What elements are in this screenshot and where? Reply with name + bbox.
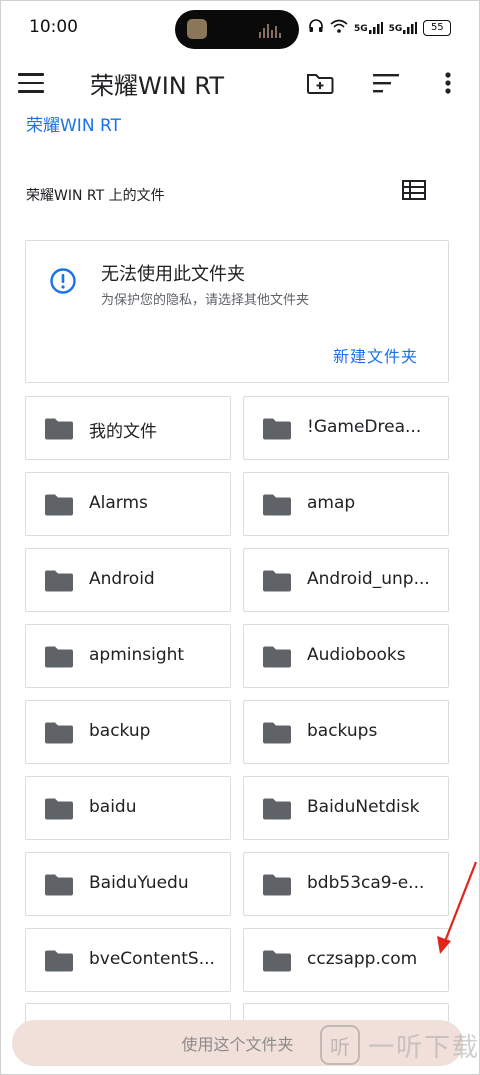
folder-item[interactable]: amap <box>243 472 449 536</box>
media-thumbnail <box>187 19 207 39</box>
new-folder-button[interactable]: 新建文件夹 <box>333 343 418 367</box>
folder-item[interactable]: Alarms <box>25 472 231 536</box>
warning-subtitle: 为保护您的隐私，请选择其他文件夹 <box>101 293 310 308</box>
app-bar-title: 荣耀WIN RT <box>90 72 224 100</box>
app-bar: 荣耀WIN RT <box>0 56 480 110</box>
status-icons: 5G 5G 55 <box>308 18 452 37</box>
folder-item[interactable]: backups <box>243 700 449 764</box>
folder-name: apminsight <box>89 645 185 665</box>
folder-item[interactable]: Android <box>25 548 231 612</box>
warning-card: 无法使用此文件夹 为保护您的隐私，请选择其他文件夹 新建文件夹 <box>25 240 449 383</box>
folder-item[interactable]: cczsapp.com <box>243 928 449 992</box>
audio-wave-icon <box>259 24 281 38</box>
watermark: 听 一听下载 <box>320 1025 480 1065</box>
wifi-icon <box>330 19 348 36</box>
folder-name: bdb53ca9-e... <box>307 873 425 893</box>
headphones-icon <box>308 18 324 37</box>
folder-item[interactable]: apminsight <box>25 624 231 688</box>
folder-name: Android <box>89 569 155 589</box>
menu-icon[interactable] <box>18 73 44 93</box>
folder-name: cczsapp.com <box>307 949 418 969</box>
watermark-text: 一听下载 <box>368 1032 480 1063</box>
folder-name: BaiduYuedu <box>89 873 189 893</box>
dynamic-island <box>175 10 299 49</box>
folder-item[interactable]: Audiobooks <box>243 624 449 688</box>
folder-name: Alarms <box>89 493 148 513</box>
create-new-folder-icon[interactable] <box>302 65 338 101</box>
folder-name: bveContentS... <box>89 949 215 969</box>
folder-item[interactable]: 我的文件 <box>25 396 231 460</box>
folder-name: !GameDrea... <box>307 417 422 437</box>
breadcrumb[interactable]: 荣耀WIN RT <box>26 111 121 136</box>
folder-name: baidu <box>89 797 137 817</box>
folder-item[interactable]: BaiduYuedu <box>25 852 231 916</box>
info-icon <box>50 268 76 294</box>
warning-title: 无法使用此文件夹 <box>101 264 245 285</box>
folder-name: BaiduNetdisk <box>307 797 420 817</box>
folder-item[interactable]: Android_unp... <box>243 548 449 612</box>
folder-name: Audiobooks <box>307 645 406 665</box>
status-bar: 10:00 5G 5G 55 <box>0 0 480 56</box>
files-heading: 荣耀WIN RT 上的文件 <box>26 188 165 204</box>
more-vert-icon[interactable] <box>430 65 466 101</box>
folder-name: backups <box>307 721 378 741</box>
folder-item[interactable]: bveContentS... <box>25 928 231 992</box>
folder-item[interactable]: baidu <box>25 776 231 840</box>
sort-icon[interactable] <box>368 65 404 101</box>
folder-name: 我的文件 <box>89 422 157 442</box>
folder-name: Android_unp... <box>307 569 430 589</box>
status-time: 10:00 <box>29 17 78 37</box>
folder-name: amap <box>307 493 356 513</box>
list-view-icon[interactable] <box>402 180 432 208</box>
folder-item[interactable]: backup <box>25 700 231 764</box>
folder-name: backup <box>89 721 151 741</box>
folder-item[interactable]: !GameDrea... <box>243 396 449 460</box>
signal-icon-1: 5G <box>354 21 383 34</box>
folder-item[interactable]: BaiduNetdisk <box>243 776 449 840</box>
watermark-logo: 听 <box>320 1025 360 1065</box>
battery-indicator: 55 <box>423 19 452 36</box>
folder-item[interactable]: bdb53ca9-e... <box>243 852 449 916</box>
signal-icon-2: 5G <box>389 21 418 34</box>
